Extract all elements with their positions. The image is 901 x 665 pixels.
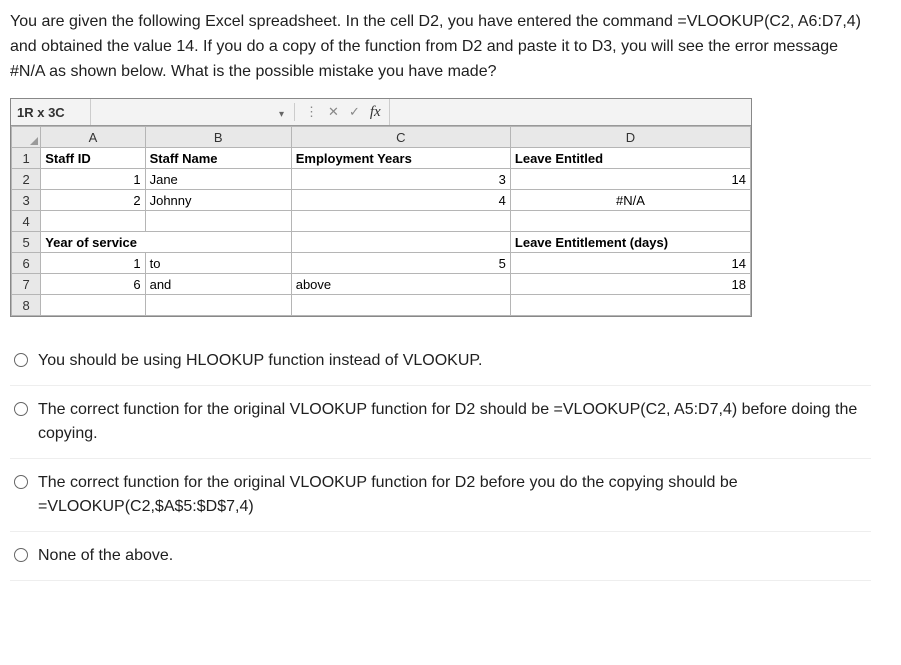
radio-icon[interactable] <box>14 353 28 367</box>
row-header: 4 <box>12 211 41 232</box>
cell: 14 <box>510 169 750 190</box>
cell: Staff Name <box>145 148 291 169</box>
cell: to <box>145 253 291 274</box>
answer-option-a[interactable]: You should be using HLOOKUP function ins… <box>10 337 871 386</box>
row-header: 5 <box>12 232 41 253</box>
answer-option-c[interactable]: The correct function for the original VL… <box>10 459 871 532</box>
more-icon <box>305 104 318 120</box>
question-prompt: You are given the following Excel spread… <box>10 10 871 84</box>
cell: Leave Entitled <box>510 148 750 169</box>
cell: Jane <box>145 169 291 190</box>
cell <box>510 211 750 232</box>
option-text: The correct function for the original VL… <box>38 471 867 519</box>
cell: 4 <box>291 190 510 211</box>
accept-icon <box>349 104 360 120</box>
cell: 3 <box>291 169 510 190</box>
cell: and <box>145 274 291 295</box>
name-box: 1R x 3C <box>11 99 91 125</box>
row-header: 8 <box>12 295 41 316</box>
radio-icon[interactable] <box>14 475 28 489</box>
answer-option-b[interactable]: The correct function for the original VL… <box>10 386 871 459</box>
cell: 14 <box>510 253 750 274</box>
cell: Leave Entitlement (days) <box>510 232 750 253</box>
cell <box>145 295 291 316</box>
cell <box>41 211 145 232</box>
cell <box>291 295 510 316</box>
cell: Year of service <box>41 232 292 253</box>
radio-icon[interactable] <box>14 402 28 416</box>
row-header: 3 <box>12 190 41 211</box>
col-header-B: B <box>145 127 291 148</box>
cell: 1 <box>41 169 145 190</box>
excel-screenshot: 1R x 3C fx A B C D 1 Staff ID Staff Name <box>10 98 752 317</box>
cell <box>291 232 510 253</box>
namebox-dropdown-icon <box>279 105 284 120</box>
option-text: None of the above. <box>38 544 867 568</box>
col-header-A: A <box>41 127 145 148</box>
cell: 2 <box>41 190 145 211</box>
answer-option-d[interactable]: None of the above. <box>10 532 871 581</box>
cell: Staff ID <box>41 148 145 169</box>
cell: Employment Years <box>291 148 510 169</box>
option-text: You should be using HLOOKUP function ins… <box>38 349 867 373</box>
row-header: 6 <box>12 253 41 274</box>
cell: 5 <box>291 253 510 274</box>
spreadsheet-grid: A B C D 1 Staff ID Staff Name Employment… <box>11 126 751 316</box>
col-header-D: D <box>510 127 750 148</box>
cell <box>291 211 510 232</box>
cell-error-highlight: #N/A <box>510 190 750 211</box>
cell: above <box>291 274 510 295</box>
cell: 18 <box>510 274 750 295</box>
row-header: 2 <box>12 169 41 190</box>
cancel-icon <box>328 104 339 120</box>
cell <box>145 211 291 232</box>
radio-icon[interactable] <box>14 548 28 562</box>
select-all-corner <box>12 127 41 148</box>
formula-input <box>389 99 751 125</box>
formula-bar-row: 1R x 3C fx <box>11 99 751 126</box>
cell <box>41 295 145 316</box>
col-header-C: C <box>291 127 510 148</box>
cell: 1 <box>41 253 145 274</box>
row-header: 7 <box>12 274 41 295</box>
fx-icon: fx <box>370 104 381 121</box>
cell <box>510 295 750 316</box>
cell: Johnny <box>145 190 291 211</box>
cell: 6 <box>41 274 145 295</box>
row-header: 1 <box>12 148 41 169</box>
option-text: The correct function for the original VL… <box>38 398 867 446</box>
